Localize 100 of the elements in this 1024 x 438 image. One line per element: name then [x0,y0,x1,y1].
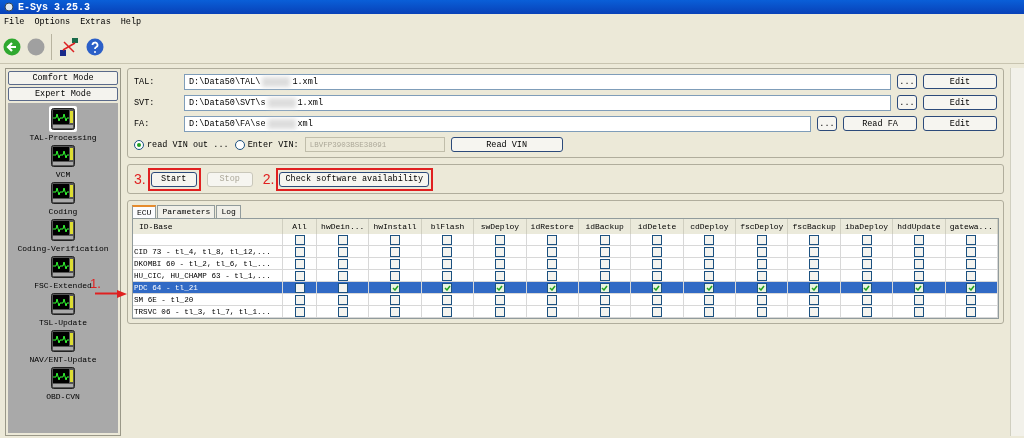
checkbox[interactable] [756,246,767,257]
checkbox[interactable] [599,294,610,305]
checkbox[interactable] [442,246,453,257]
checkbox[interactable] [294,282,305,293]
checkbox[interactable] [494,246,505,257]
checkbox[interactable] [704,270,715,281]
checkbox[interactable] [547,270,558,281]
file-button[interactable]: ... [897,74,917,89]
checkbox[interactable] [599,234,610,245]
radio-button[interactable] [134,139,144,150]
checkbox[interactable] [547,294,558,305]
module-label[interactable]: Coding [48,207,78,216]
checkbox[interactable] [913,270,924,281]
help-icon[interactable] [86,37,104,56]
checkbox[interactable] [337,294,348,305]
file-button[interactable]: ... [897,95,917,110]
checkbox[interactable] [442,270,453,281]
checkbox[interactable] [809,234,820,245]
menu-item[interactable]: Help [120,17,142,27]
tab[interactable]: Log [216,205,241,218]
checkbox[interactable] [442,282,453,293]
checkbox[interactable] [494,306,505,317]
checkbox[interactable] [809,282,820,293]
checkbox[interactable] [652,246,662,257]
checkbox[interactable] [809,306,820,317]
network-icon[interactable] [58,35,80,58]
checkbox[interactable] [861,282,872,293]
table-row[interactable] [133,234,998,246]
checkbox[interactable] [861,258,872,269]
checkbox[interactable] [337,282,348,293]
radio-label[interactable]: read VIN out ... [147,139,229,150]
path-field[interactable]: D:\Data50\FA\se xml [184,115,811,132]
module-label[interactable]: VCM [55,170,71,179]
checkbox[interactable] [337,234,348,245]
checkbox[interactable] [294,270,305,281]
module-label[interactable]: FSC-Extended [34,281,92,290]
checkbox[interactable] [599,282,610,293]
file-button[interactable]: ... [817,116,837,131]
path-field[interactable]: D:\Data50\TAL\ 1.xml [184,73,891,90]
checkbox[interactable] [966,258,977,269]
module-label[interactable]: TSL-Update [39,318,87,327]
menu-item[interactable]: File [4,17,25,27]
checkbox[interactable] [966,294,977,305]
checkbox[interactable] [913,294,924,305]
menu-item[interactable]: Options [34,17,71,27]
checkbox[interactable] [913,282,924,293]
checkbox[interactable] [547,282,558,293]
checkbox[interactable] [547,306,558,317]
checkbox[interactable] [809,258,820,269]
checkbox[interactable] [294,258,305,269]
checkbox[interactable] [494,294,505,305]
action-button[interactable]: Start [150,171,197,187]
checkbox[interactable] [652,306,662,317]
checkbox[interactable] [390,294,401,305]
checkbox[interactable] [652,282,662,293]
checkbox[interactable] [442,234,453,245]
tab[interactable]: Parameters [157,205,216,218]
module-label[interactable]: OBD-CVN [46,392,80,401]
checkbox[interactable] [390,246,401,257]
checkbox[interactable] [966,306,977,317]
checkbox[interactable] [966,234,977,245]
checkbox[interactable] [756,282,767,293]
checkbox[interactable] [913,306,924,317]
checkbox[interactable] [809,294,820,305]
checkbox[interactable] [547,246,558,257]
module-label[interactable]: Coding-Verification [17,244,109,253]
checkbox[interactable] [599,258,610,269]
checkbox[interactable] [494,258,505,269]
mode-button[interactable]: Expert Mode [8,87,118,101]
checkbox[interactable] [294,294,305,305]
checkbox[interactable] [337,306,348,317]
file-button[interactable]: Read FA [843,116,917,131]
checkbox[interactable] [390,306,401,317]
mode-button[interactable]: Comfort Mode [8,71,118,85]
checkbox[interactable] [652,234,662,245]
checkbox[interactable] [704,294,715,305]
tab[interactable]: ECU [132,205,157,218]
checkbox[interactable] [913,246,924,257]
checkbox[interactable] [704,234,715,245]
file-button[interactable]: Edit [923,74,997,89]
module-label[interactable]: NAV/ENT-Update [29,355,97,364]
checkbox[interactable] [390,282,401,293]
read-vin-button[interactable]: Read VIN [450,137,563,152]
checkbox[interactable] [294,234,305,245]
checkbox[interactable] [337,270,348,281]
path-field[interactable]: D:\Data50\SVT\s 1.xml [184,94,891,111]
checkbox[interactable] [442,258,453,269]
checkbox[interactable] [652,270,662,281]
checkbox[interactable] [861,306,872,317]
radio-label[interactable]: Enter VIN: [247,139,299,150]
checkbox[interactable] [756,234,767,245]
action-button[interactable]: Check software availability [279,171,430,187]
checkbox[interactable] [756,306,767,317]
checkbox[interactable] [652,258,662,269]
checkbox[interactable] [704,282,715,293]
checkbox[interactable] [652,294,662,305]
checkbox[interactable] [704,306,715,317]
checkbox[interactable] [756,294,767,305]
checkbox[interactable] [390,234,401,245]
checkbox[interactable] [913,258,924,269]
